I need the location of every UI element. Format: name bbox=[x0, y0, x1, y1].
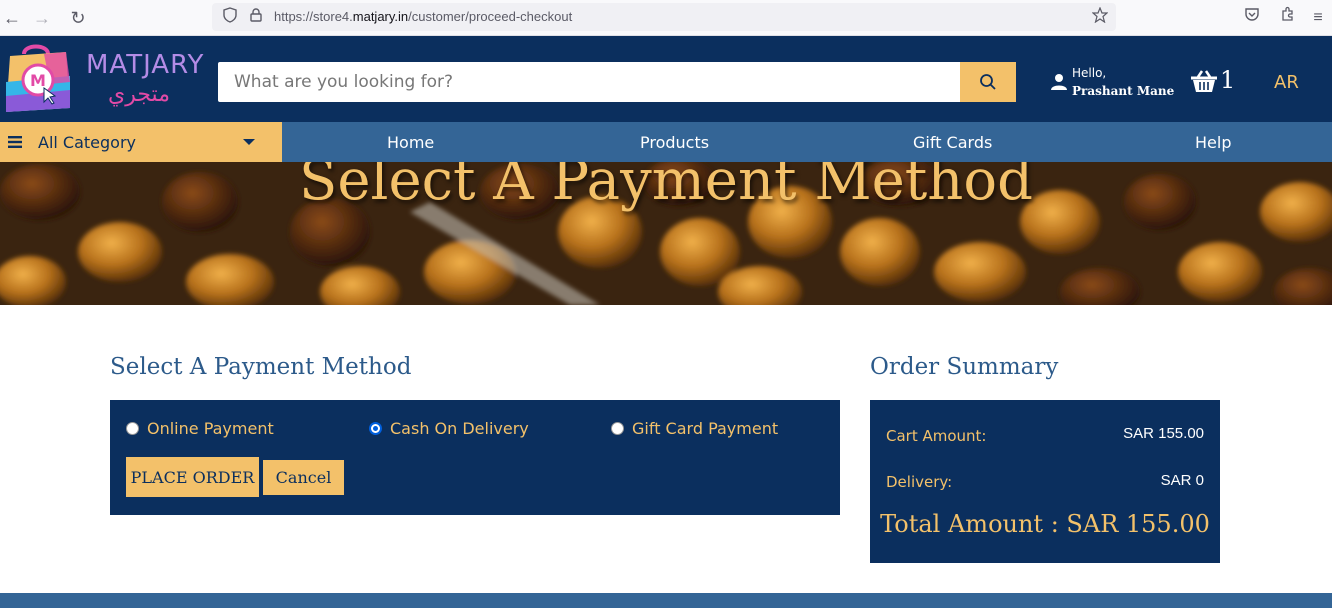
cash-on-delivery-label: Cash On Delivery bbox=[390, 419, 529, 438]
caret-down-icon bbox=[243, 139, 255, 145]
nav-link-help[interactable]: Help bbox=[1195, 133, 1231, 152]
total-amount: Total Amount : SAR 155.00 bbox=[880, 510, 1210, 538]
order-summary-title: Order Summary bbox=[870, 354, 1059, 380]
cart-count[interactable]: 1 bbox=[1220, 66, 1235, 94]
gift-card-payment-label: Gift Card Payment bbox=[632, 419, 779, 438]
logo-text-arabic: متجري bbox=[108, 82, 170, 107]
reload-icon[interactable]: ↻ bbox=[66, 6, 90, 30]
language-switch[interactable]: AR bbox=[1274, 72, 1299, 93]
online-payment-radio[interactable] bbox=[126, 422, 139, 435]
cash-on-delivery-option[interactable]: Cash On Delivery bbox=[369, 419, 529, 438]
main-nav: All Category Home Products Gift Cards He… bbox=[0, 122, 1332, 162]
greeting-text: Hello, bbox=[1072, 66, 1107, 80]
banner-title: Select A Payment Method bbox=[299, 162, 1033, 213]
forward-icon[interactable]: → bbox=[30, 6, 54, 30]
cancel-button[interactable]: Cancel bbox=[263, 460, 344, 495]
search-button[interactable] bbox=[960, 62, 1016, 102]
online-payment-label: Online Payment bbox=[147, 419, 274, 438]
shield-icon[interactable] bbox=[220, 7, 240, 27]
delivery-label: Delivery: bbox=[886, 473, 953, 491]
menu-icon[interactable]: ≡ bbox=[1306, 6, 1330, 30]
search-bar bbox=[218, 62, 1016, 102]
gift-card-payment-option[interactable]: Gift Card Payment bbox=[611, 419, 778, 438]
pocket-icon[interactable] bbox=[1240, 6, 1264, 30]
logo[interactable]: M MATJARY متجري bbox=[0, 36, 203, 122]
bookmark-star-icon[interactable] bbox=[1090, 6, 1110, 27]
nav-link-home[interactable]: Home bbox=[387, 133, 434, 152]
cart-basket-icon[interactable] bbox=[1190, 70, 1218, 94]
gift-card-payment-radio[interactable] bbox=[611, 422, 624, 435]
cash-on-delivery-radio[interactable] bbox=[369, 422, 382, 435]
search-input[interactable] bbox=[218, 62, 960, 102]
site-header: M MATJARY متجري Hello, Prashant Mane 1 A… bbox=[0, 36, 1332, 122]
order-summary-panel: Cart Amount: SAR 155.00 Delivery: SAR 0 … bbox=[870, 400, 1220, 563]
nav-link-gift-cards[interactable]: Gift Cards bbox=[913, 133, 992, 152]
back-icon[interactable]: ← bbox=[0, 6, 24, 30]
place-order-button[interactable]: PLACE ORDER bbox=[126, 457, 259, 497]
footer-strip bbox=[0, 593, 1332, 608]
logo-text-english: MATJARY bbox=[86, 50, 205, 80]
payment-method-panel: Online Payment Cash On Delivery Gift Car… bbox=[110, 400, 840, 515]
all-category-dropdown[interactable]: All Category bbox=[0, 122, 282, 162]
delivery-value: SAR 0 bbox=[1160, 472, 1204, 489]
cart-amount-label: Cart Amount: bbox=[886, 427, 987, 445]
url-bar[interactable]: https://store4.matjary.in/customer/proce… bbox=[212, 3, 1116, 31]
page-banner: Select A Payment Method bbox=[0, 162, 1332, 305]
browser-toolbar: ← → ↻ https://store4.matjary.in/customer… bbox=[0, 0, 1332, 36]
hamburger-icon bbox=[8, 136, 22, 148]
payment-section-title: Select A Payment Method bbox=[110, 354, 412, 380]
shopping-bag-logo-icon: M bbox=[6, 44, 70, 112]
cart-amount-value: SAR 155.00 bbox=[1123, 425, 1204, 442]
lock-icon[interactable] bbox=[246, 7, 266, 27]
nav-link-products[interactable]: Products bbox=[640, 133, 709, 152]
extensions-icon[interactable] bbox=[1276, 6, 1300, 30]
user-icon[interactable] bbox=[1050, 73, 1068, 91]
search-icon bbox=[980, 74, 996, 90]
online-payment-option[interactable]: Online Payment bbox=[126, 419, 274, 438]
user-name[interactable]: Prashant Mane bbox=[1072, 84, 1174, 98]
all-category-label: All Category bbox=[38, 133, 137, 152]
url-text: https://store4.matjary.in/customer/proce… bbox=[274, 9, 573, 24]
